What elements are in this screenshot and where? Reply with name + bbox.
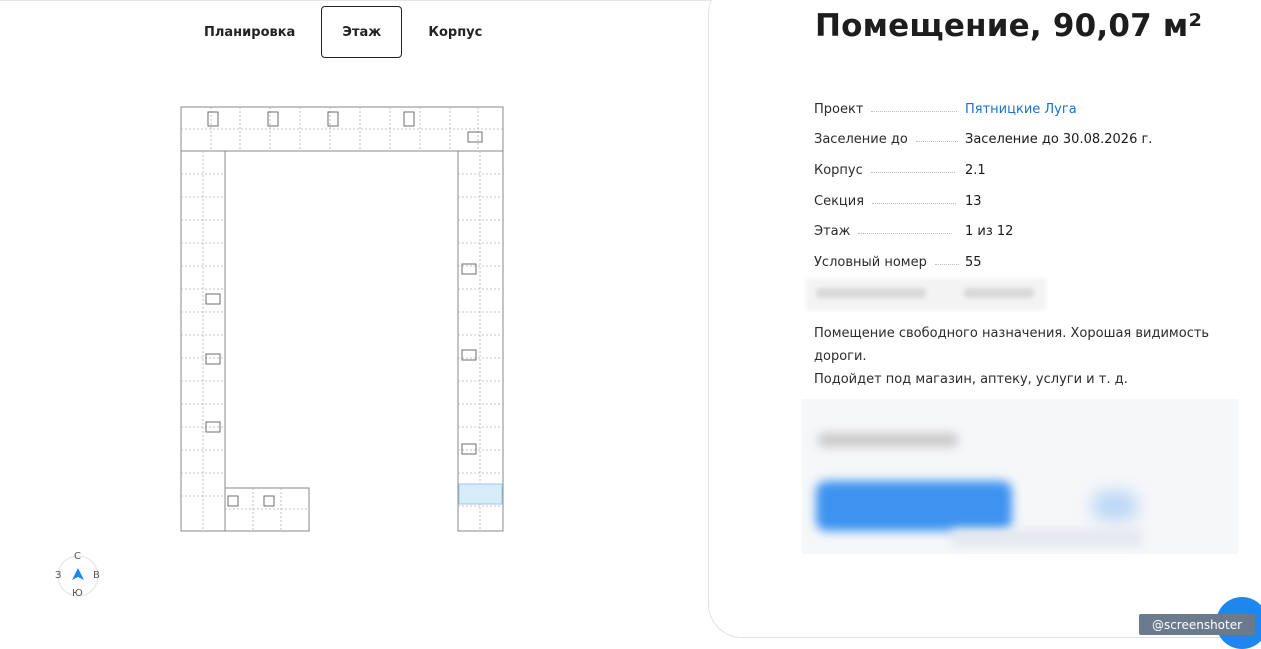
compass-east: В (93, 570, 100, 581)
param-label: Секция (814, 193, 865, 209)
north-arrow-icon (72, 568, 84, 580)
param-value: Заселение до 30.08.2026 г. (965, 132, 1153, 148)
tab-floor[interactable]: Этаж (321, 6, 403, 58)
selected-premise (458, 483, 503, 505)
params-list: Проект Пятницкие Луга Заселение до Засел… (814, 94, 1234, 278)
floor-plan (180, 106, 504, 532)
param-row-settlement: Заселение до Заселение до 30.08.2026 г. (814, 125, 1234, 156)
blurred-heading (818, 433, 958, 447)
compass: С Ю З В (53, 551, 103, 601)
param-row-floor: Этаж 1 из 12 (814, 216, 1234, 247)
tab-layout[interactable]: Планировка (180, 6, 319, 58)
param-label: Корпус (814, 162, 863, 178)
param-row-number: Условный номер 55 (814, 247, 1234, 278)
dotted-leader (934, 263, 959, 265)
tab-building[interactable]: Корпус (404, 6, 506, 58)
project-link[interactable]: Пятницкие Луга (965, 102, 1077, 117)
param-label: Условный номер (814, 254, 927, 270)
param-row-section: Секция 13 (814, 186, 1234, 217)
param-value: 2.1 (965, 162, 986, 178)
param-value: 55 (965, 254, 982, 270)
compass-south: Ю (72, 588, 83, 599)
description-line: Подойдет под магазин, аптеку, услуги и т… (814, 372, 1128, 387)
description: Помещение свободного назначения. Хорошая… (814, 322, 1234, 391)
dotted-leader (871, 110, 958, 112)
view-tabs: Планировка Этаж Корпус (180, 5, 506, 59)
param-label: Заселение до (814, 132, 908, 148)
param-row-project: Проект Пятницкие Луга (814, 94, 1234, 125)
param-value: 1 из 12 (965, 224, 1014, 240)
blurred-secondary-button[interactable] (1092, 491, 1138, 521)
blurred-watermark (952, 529, 1142, 547)
blurred-contact-block (802, 399, 1238, 554)
param-label: Проект (814, 101, 864, 117)
blurred-param-row (806, 278, 1046, 310)
param-row-building: Корпус 2.1 (814, 155, 1234, 186)
dotted-leader (915, 141, 958, 143)
plan-block-bottom (224, 487, 310, 532)
compass-north: С (74, 551, 81, 562)
blurred-primary-button[interactable] (816, 481, 1012, 531)
param-value: 13 (965, 193, 982, 209)
dotted-leader (872, 202, 957, 204)
page-title: Помещение, 90,07 м² (815, 8, 1203, 44)
compass-west: З (55, 570, 62, 581)
description-line: Помещение свободного назначения. Хорошая… (814, 326, 1210, 364)
param-label: Этаж (814, 224, 851, 240)
screenshoter-badge: @screenshoter (1139, 614, 1255, 635)
dotted-leader (870, 171, 955, 173)
dotted-leader (858, 233, 953, 235)
plan-block-right (457, 150, 504, 532)
